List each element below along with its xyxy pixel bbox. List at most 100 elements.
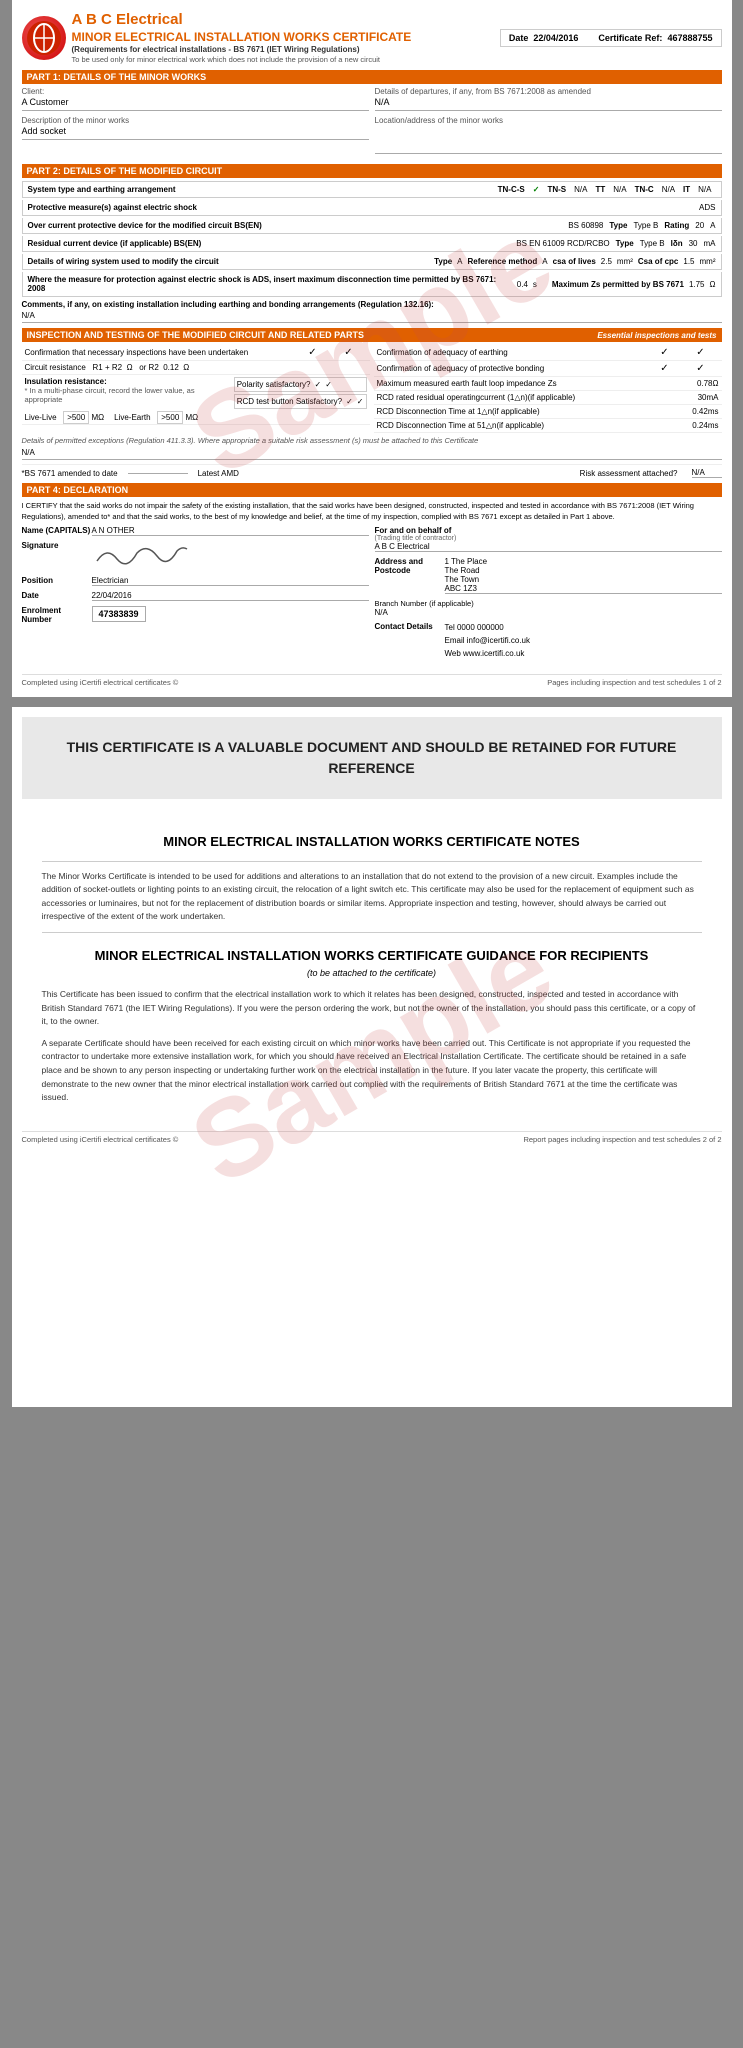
wiring-mm2-2: mm² xyxy=(700,257,716,266)
essential-label: Essential inspections and tests xyxy=(597,331,716,340)
company-name: A B C Electrical xyxy=(72,10,412,30)
notes-section: MINOR ELECTRICAL INSTALLATION WORKS CERT… xyxy=(22,814,722,1123)
footer2-left: Completed using iCertifi electrical cert… xyxy=(22,1135,179,1144)
protective-row: Protective measure(s) against electric s… xyxy=(22,200,722,216)
rcd-test-v2: ✓ xyxy=(357,397,364,406)
name-row: Name (CAPITALS) A N OTHER xyxy=(22,526,369,536)
part1-content: Client: A Customer Description of the mi… xyxy=(22,87,722,159)
tncs-check: ✓ xyxy=(533,185,540,194)
earthing-row: System type and earthing arrangement TN-… xyxy=(22,181,722,198)
departures-label: Details of departures, if any, from BS 7… xyxy=(375,87,722,96)
confirm-bonding-v1: ✓ xyxy=(647,363,683,374)
details-note: Details of permitted exceptions (Regulat… xyxy=(22,436,722,445)
page2-banner: THIS CERTIFICATE IS A VALUABLE DOCUMENT … xyxy=(22,717,722,799)
comments-label: Comments, if any, on existing installati… xyxy=(22,300,722,309)
address-row: Address and Postcode 1 The Place The Roa… xyxy=(375,557,722,594)
polarity-v1: ✓ xyxy=(315,380,322,389)
circuit-resist-label: Circuit resistance xyxy=(25,363,86,372)
confirm-bonding-label: Confirmation of adequacy of protective b… xyxy=(377,364,647,373)
tel-label: Tel xyxy=(445,623,455,632)
oc-unit: A xyxy=(710,221,715,230)
live-earth-unit: MΩ xyxy=(186,413,199,422)
max-zs-meas-unit: Ω xyxy=(713,379,719,388)
risk-val: N/A xyxy=(692,468,722,478)
oc-rating-val: 20 xyxy=(695,221,704,230)
live-earth-label: Live-Earth xyxy=(114,413,150,422)
inspect-left: Confirmation that necessary inspections … xyxy=(22,345,370,433)
rcd-rated-row: RCD rated residual operatingcurrent (1△n… xyxy=(374,391,722,405)
protection-val: 0.4 xyxy=(517,280,528,289)
sig-row: Signature xyxy=(22,541,369,571)
cert-ref-block: Certificate Ref: 467888755 xyxy=(598,33,712,43)
company-logo xyxy=(22,16,66,60)
wiring-cpc-label: Csa of cpc xyxy=(638,257,678,266)
polarity-v2: ✓ xyxy=(325,380,332,389)
tncs-label: TN-C-S xyxy=(498,185,525,194)
overcurrent-row: Over current protective device for the m… xyxy=(22,218,722,234)
guidance-title: MINOR ELECTRICAL INSTALLATION WORKS CERT… xyxy=(42,948,702,963)
position-value: Electrician xyxy=(92,576,369,586)
bs-amended-val xyxy=(128,473,188,474)
rcd-disc-1-val: 0.42 xyxy=(692,407,708,416)
divider1 xyxy=(42,861,702,862)
signature-image xyxy=(92,541,192,571)
part1-right: Details of departures, if any, from BS 7… xyxy=(375,87,722,159)
date-row: Date 22/04/2016 xyxy=(22,591,369,601)
departures-block: Details of departures, if any, from BS 7… xyxy=(375,87,722,111)
rcd-test-box: RCD test button Satisfactory? ✓ ✓ xyxy=(234,394,367,409)
sign-date-value: 22/04/2016 xyxy=(92,591,369,601)
max-zs-meas-row: Maximum measured earth fault loop impeda… xyxy=(374,377,722,391)
guidance-para2: A separate Certificate should have been … xyxy=(42,1037,702,1105)
rcd-row: Residual current device (if applicable) … xyxy=(22,236,722,252)
cert-title: MINOR ELECTRICAL INSTALLATION WORKS CERT… xyxy=(72,30,412,46)
bs-amended-row: *BS 7671 amended to date Latest AMD Risk… xyxy=(22,464,722,478)
notes-body: The Minor Works Certificate is intended … xyxy=(42,870,702,924)
max-zs-unit: Ω xyxy=(710,280,716,289)
date-label: Date xyxy=(509,33,529,43)
rcd-rated-val: 30 xyxy=(698,393,707,402)
rcd-disc-51-val: 0.24 xyxy=(692,421,708,430)
live-live-unit: MΩ xyxy=(91,413,104,422)
wiring-ref-label: Reference method xyxy=(468,257,538,266)
or-r2-label: or R2 xyxy=(139,363,159,372)
rcd-type-val: Type B xyxy=(640,239,665,248)
wiring-ref-val: A xyxy=(542,257,547,266)
rcd-test-v1: ✓ xyxy=(346,397,353,406)
rcd-disc-51-unit: ms xyxy=(708,421,719,430)
live-live-block: Live-Live >500 MΩ xyxy=(25,413,105,422)
behalf-label: For and on behalf of xyxy=(375,526,722,535)
location-label: Location/address of the minor works xyxy=(375,116,722,125)
address-label: Address and Postcode xyxy=(375,557,445,575)
location-value xyxy=(375,126,722,154)
confirm-bonding-row: Confirmation of adequacy of protective b… xyxy=(374,361,722,377)
description-block: Description of the minor works Add socke… xyxy=(22,116,369,140)
part4-header: PART 4: DECLARATION xyxy=(22,483,722,497)
contact-row: Contact Details Tel 0000 000000 Email in… xyxy=(375,622,722,660)
cert-meta: Date 22/04/2016 Certificate Ref: 4678887… xyxy=(500,29,722,47)
page1: Sample A B C Electrical MINOR ELECTRICAL… xyxy=(12,0,732,697)
contact-details: Tel 0000 000000 Email info@icertifi.co.u… xyxy=(445,622,722,660)
or-r2-unit: Ω xyxy=(183,363,189,372)
footer2-right: Report pages including inspection and te… xyxy=(523,1135,721,1144)
client-block: Client: A Customer xyxy=(22,87,369,111)
branch-label: Branch Number (if applicable) xyxy=(375,599,474,608)
part1-left: Client: A Customer Description of the mi… xyxy=(22,87,369,159)
behalf-sub: (Trading title of contractor) xyxy=(375,535,722,542)
risk-label: Risk assessment attached? xyxy=(580,469,678,478)
cert-note: To be used only for minor electrical wor… xyxy=(72,55,412,65)
page1-footer: Completed using iCertifi electrical cert… xyxy=(22,674,722,687)
position-row: Position Electrician xyxy=(22,576,369,586)
live-earth-val: >500 xyxy=(157,411,183,424)
protective-value: ADS xyxy=(699,203,715,212)
max-zs-meas-label: Maximum measured earth fault loop impeda… xyxy=(377,379,693,388)
polarity-box: Polarity satisfactory? ✓ ✓ xyxy=(234,377,367,392)
sign-grid: Name (CAPITALS) A N OTHER Signature Posi… xyxy=(22,526,722,665)
date-value: 22/04/2016 xyxy=(533,33,578,43)
protection-label: Where the measure for protection against… xyxy=(28,275,512,293)
max-zs-meas-val: 0.78 xyxy=(697,379,713,388)
circuit-resist-row: Circuit resistance R1 + R2 Ω or R2 0.12 … xyxy=(22,361,370,375)
page2: Sample THIS CERTIFICATE IS A VALUABLE DO… xyxy=(12,707,732,1407)
rcd-rated-unit: mA xyxy=(707,393,719,402)
confirm-earthing-row: Confirmation of adequacy of earthing ✓ ✓ xyxy=(374,345,722,361)
web-label: Web xyxy=(445,649,461,658)
